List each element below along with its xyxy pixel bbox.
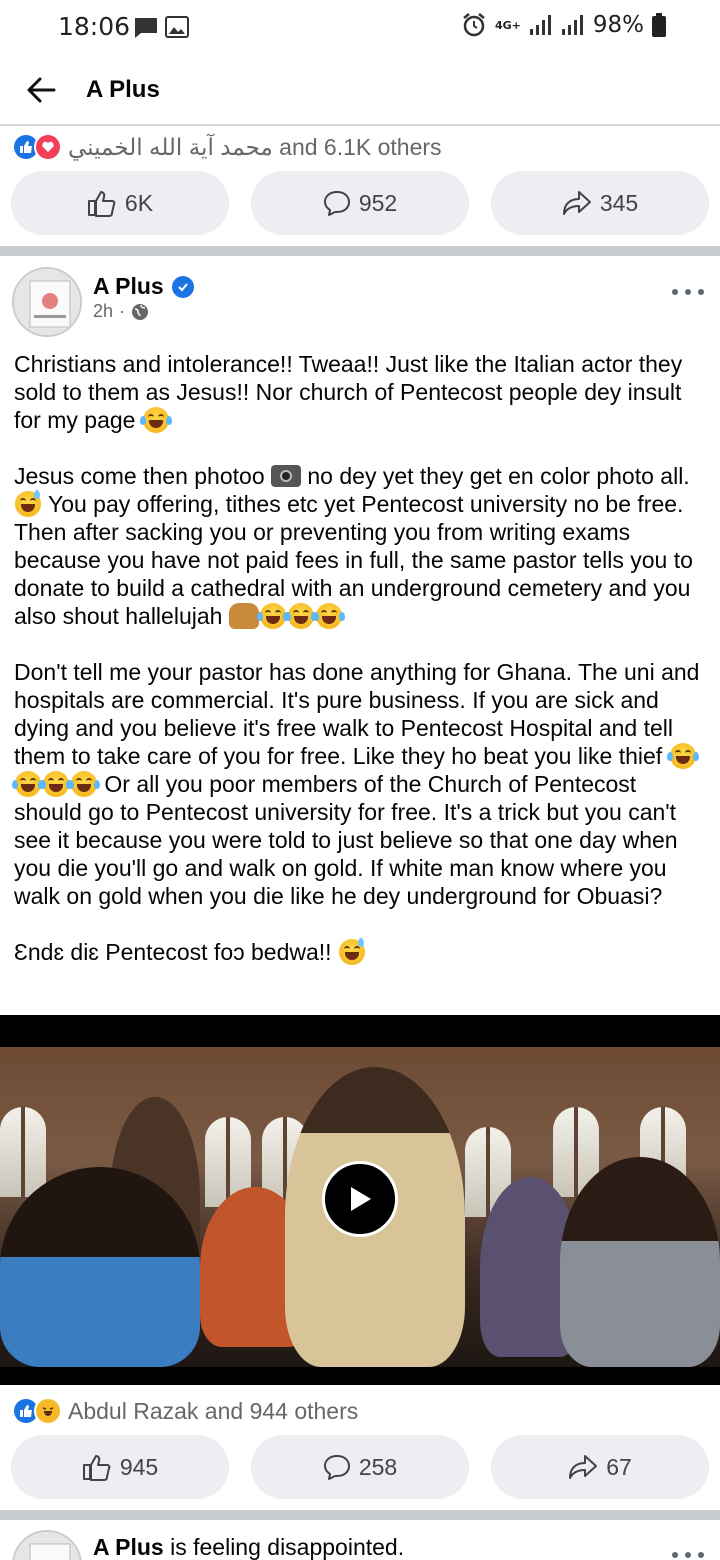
laughing-tears-emoji-icon (139, 407, 172, 433)
share-arrow-icon (562, 191, 591, 215)
laughing-tears-emoji-icon (666, 743, 699, 769)
post-paragraph-3: Don't tell me your pastor has done anyth… (12, 658, 710, 910)
text-p2b: no dey yet they get en color photo all. (307, 463, 690, 489)
prev-reactions-text: محمد آية الله الخميني and 6.1K others (68, 133, 442, 160)
laughing-tears-emoji-icon (68, 771, 100, 797)
signal-icon-2 (561, 15, 583, 35)
reaction-icons (12, 1397, 64, 1425)
laughing-tears-emoji-icon (284, 603, 317, 629)
share-count: 67 (606, 1453, 632, 1480)
status-bar: 18:06 4G+ 98% (0, 0, 720, 56)
alarm-icon (463, 13, 485, 37)
camera-emoji-icon (271, 465, 301, 487)
post-paragraph-1: Christians and intolerance!! Tweaa!! Jus… (14, 350, 710, 434)
signal-icon (529, 15, 551, 35)
laughing-tears-emoji-icon (12, 771, 44, 797)
more-options-icon[interactable] (672, 1545, 704, 1560)
prev-reactions-summary[interactable]: محمد آية الله الخميني and 6.1K others (12, 133, 442, 161)
battery-icon (652, 13, 666, 37)
like-button[interactable]: 945 (11, 1435, 229, 1499)
text-p1: Christians and intolerance!! Tweaa!! Jus… (14, 351, 689, 433)
comment-button[interactable]: 952 (251, 171, 469, 235)
reactions-summary[interactable]: Abdul Razak and 944 others (12, 1397, 358, 1425)
comment-count: 952 (358, 189, 398, 216)
laughing-tears-emoji-icon (256, 603, 289, 629)
next-post-activity: is feeling disappointed. (170, 1534, 405, 1560)
prev-action-bar: 6K 952 345 (0, 171, 720, 237)
reaction-icons (12, 133, 64, 161)
status-time: 18:06 (58, 12, 131, 41)
status-indicators: 4G+ 98% (461, 12, 666, 38)
text-p4: Ɛndɛ diɛ Pentecost foɔ bedwa!! (14, 939, 332, 965)
text-p2a: Jesus come then photoo (14, 463, 265, 489)
post-paragraph-2: Jesus come then photoo no dey yet they g… (14, 462, 710, 630)
post-meta: 2h · (93, 301, 149, 322)
text-p3b: Or all you poor members of the Church of… (14, 771, 684, 909)
comment-icon (323, 1455, 350, 1480)
person-figure (0, 1167, 200, 1367)
like-button[interactable]: 6K (11, 171, 229, 235)
next-post-header: A Plus is feeling disappointed. (93, 1534, 404, 1560)
person-figure (560, 1157, 720, 1367)
globe-icon (132, 303, 149, 320)
action-bar: 945 258 67 (0, 1435, 720, 1501)
post-author[interactable]: A Plus (93, 273, 194, 300)
meta-separator: · (119, 301, 126, 321)
message-icon (135, 18, 157, 38)
post-body: Christians and intolerance!! Tweaa!! Jus… (12, 350, 710, 994)
next-author-avatar[interactable] (12, 1530, 82, 1560)
thumbs-up-icon (87, 191, 116, 217)
share-button[interactable]: 67 (491, 1435, 709, 1499)
haha-reaction-icon (34, 1397, 62, 1425)
share-arrow-icon (569, 1455, 598, 1479)
sweat-smile-emoji-icon (15, 490, 41, 517)
share-button[interactable]: 345 (491, 171, 709, 235)
post-time[interactable]: 2h (93, 301, 113, 322)
more-options-icon[interactable] (672, 282, 704, 302)
app-header: A Plus (0, 56, 720, 126)
comment-count: 258 (358, 1453, 398, 1480)
next-author-name[interactable]: A Plus (93, 1534, 164, 1560)
sweat-smile-emoji-icon (338, 938, 365, 965)
gallery-icon (165, 16, 189, 38)
play-button[interactable] (322, 1161, 398, 1237)
play-icon (351, 1187, 371, 1211)
comment-button[interactable]: 258 (251, 1435, 469, 1499)
author-name[interactable]: A Plus (93, 273, 164, 300)
thumbs-up-icon (82, 1455, 111, 1481)
back-arrow-icon[interactable] (22, 70, 62, 110)
love-reaction-icon (34, 133, 62, 161)
text-p2c: You pay offering, tithes etc yet Penteco… (14, 491, 700, 629)
verified-badge-icon (171, 275, 194, 298)
post-paragraph-4: Ɛndɛ diɛ Pentecost foɔ bedwa!! (14, 938, 710, 966)
laughing-tears-emoji-icon (312, 603, 345, 629)
page-title: A Plus (86, 76, 160, 103)
network-type: 4G+ (494, 18, 521, 32)
raised-hands-emoji-icon (228, 603, 259, 629)
church-window (0, 1107, 46, 1197)
post-divider (0, 246, 720, 256)
like-count: 6K (124, 189, 154, 216)
share-count: 345 (599, 189, 639, 216)
laughing-tears-emoji-icon (40, 771, 72, 797)
like-count: 945 (119, 1453, 159, 1480)
reactions-text: Abdul Razak and 944 others (68, 1397, 359, 1424)
text-p3a: Don't tell me your pastor has done anyth… (14, 659, 706, 769)
post-divider (0, 1510, 720, 1520)
video-player[interactable] (0, 1015, 720, 1385)
comment-icon (323, 191, 350, 216)
author-avatar[interactable] (12, 267, 82, 337)
battery-percent: 98% (592, 12, 644, 38)
